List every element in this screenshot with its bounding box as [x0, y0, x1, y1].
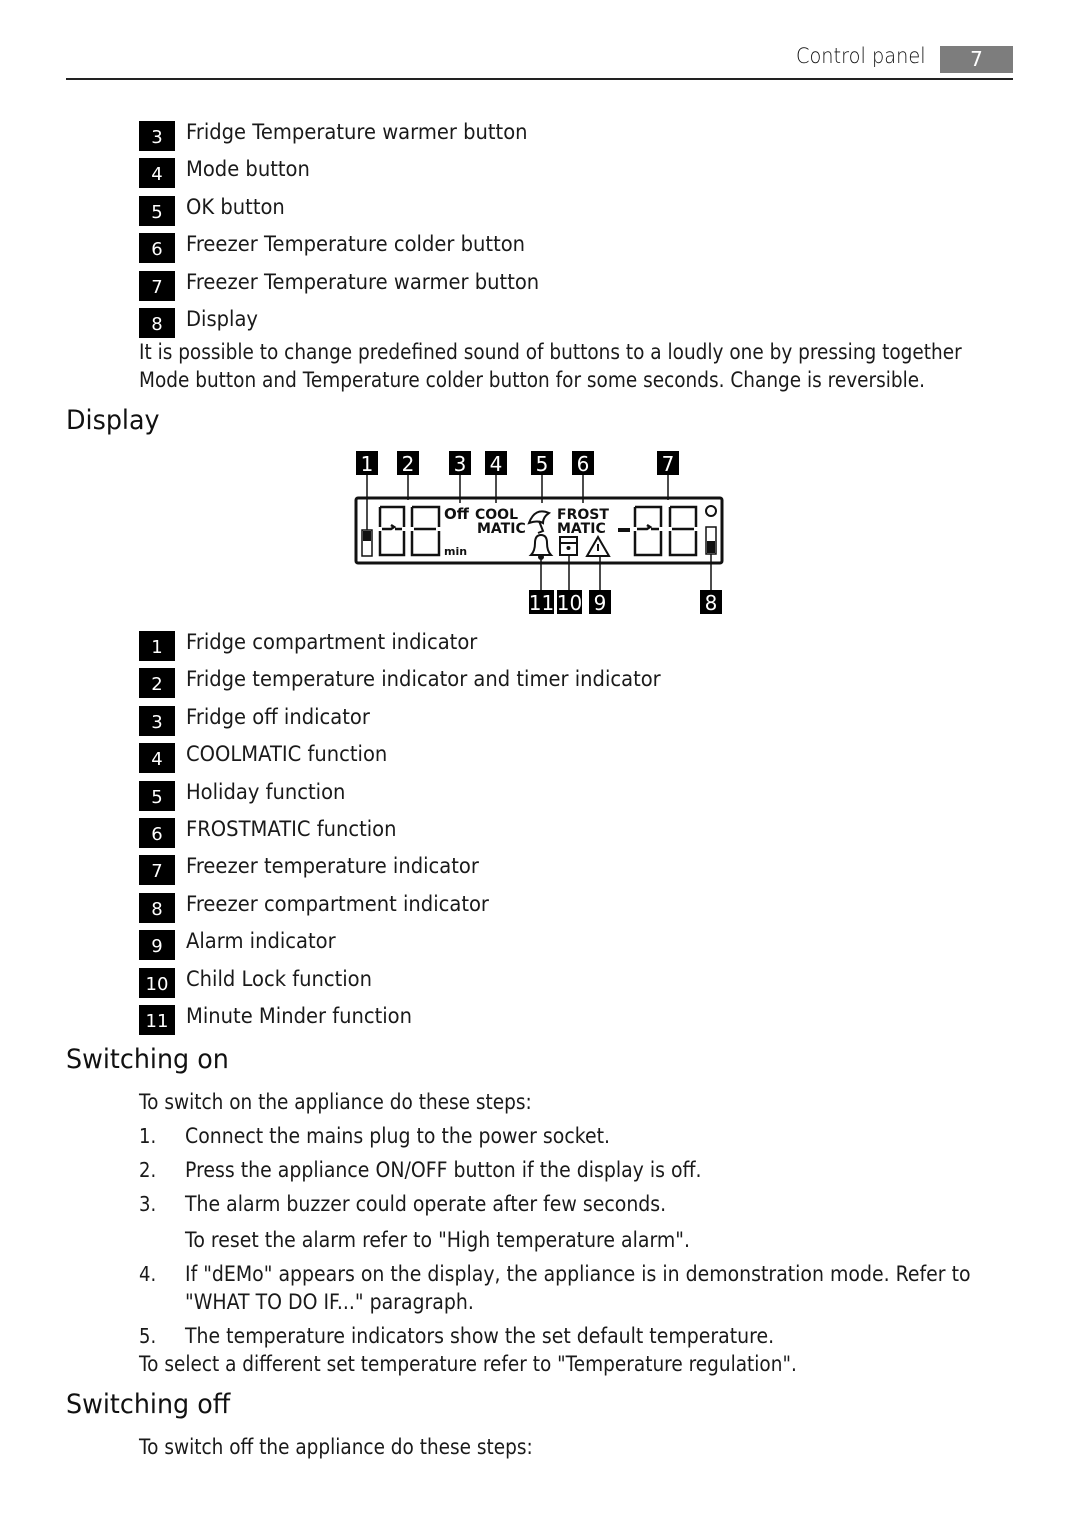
off-label: Off [444, 505, 470, 523]
leader-lines-bottom [540, 554, 712, 591]
switching-off-heading: Switching off [66, 1389, 231, 1420]
sound-note-line1: It is possible to change predefined soun… [139, 340, 962, 364]
number-badge: 10 [139, 968, 175, 998]
item-label: Mode button [186, 157, 310, 181]
callout-top-7: 7 [657, 451, 679, 476]
min-label: min [444, 545, 467, 558]
callout-bottom-9: 9 [589, 590, 611, 615]
matic-label-2: MATIC [557, 521, 606, 537]
svg-text:8: 8 [705, 591, 718, 615]
header-divider [66, 78, 1013, 80]
step-number: 3. [139, 1192, 157, 1216]
freezer-compartment-icon [705, 526, 717, 555]
svg-text:10: 10 [557, 591, 582, 615]
switching-off-intro: To switch off the appliance do these ste… [139, 1435, 533, 1459]
item-label: Fridge Temperature warmer button [186, 120, 528, 144]
number-badge: 7 [139, 855, 175, 885]
callout-top-4: 4 [485, 451, 507, 476]
callout-top-1: 1 [356, 451, 378, 476]
callout-bottom-11: 11 [529, 590, 554, 615]
callout-bottom-10: 10 [557, 590, 582, 615]
item-label: Freezer temperature indicator [186, 854, 479, 878]
number-badge: 5 [139, 196, 175, 226]
item-label: Fridge compartment indicator [186, 630, 478, 654]
matic-label-1: MATIC [477, 521, 526, 537]
number-badge: 6 [139, 233, 175, 263]
number-badge: 8 [139, 308, 175, 338]
number-badge: 11 [139, 1005, 175, 1035]
number-badge: 4 [139, 743, 175, 773]
number-badge: 3 [139, 121, 175, 151]
warning-triangle-icon [585, 535, 611, 557]
item-label: Holiday function [186, 780, 346, 804]
switching-on-intro: To switch on the appliance do these step… [139, 1090, 532, 1114]
callout-top-5: 5 [531, 451, 553, 476]
callout-top-3: 3 [449, 451, 471, 476]
svg-text:11: 11 [529, 591, 554, 615]
svg-text:2: 2 [402, 452, 415, 476]
step-text: The alarm buzzer could operate after few… [185, 1192, 667, 1216]
callout-bottom-8: 8 [700, 590, 722, 615]
item-label: Child Lock function [186, 967, 372, 991]
number-badge: 5 [139, 781, 175, 811]
svg-text:4: 4 [490, 452, 503, 476]
page-number: 7 [940, 46, 1013, 73]
item-label: OK button [186, 195, 285, 219]
step-number: 1. [139, 1124, 157, 1148]
svg-text:6: 6 [577, 452, 590, 476]
bell-icon [528, 533, 554, 560]
svg-text:5: 5 [536, 452, 549, 476]
step-text: If "dEMo" appears on the display, the ap… [185, 1262, 971, 1286]
item-label: Fridge temperature indicator and timer i… [186, 667, 661, 691]
step-text: Press the appliance ON/OFF button if the… [185, 1158, 702, 1182]
item-label: Freezer Temperature warmer button [186, 270, 540, 294]
step-number: 5. [139, 1324, 157, 1348]
item-label: Freezer Temperature colder button [186, 232, 526, 256]
number-badge: 2 [139, 668, 175, 698]
freezer-temperature-digits [633, 505, 698, 557]
callout-top-6: 6 [572, 451, 594, 476]
item-label: COOLMATIC function [186, 742, 388, 766]
item-label: Minute Minder function [186, 1004, 413, 1028]
step-text: To reset the alarm refer to "High temper… [185, 1228, 691, 1252]
section-title: Control panel [796, 44, 926, 68]
svg-text:7: 7 [662, 452, 675, 476]
display-diagram: 1 2 3 4 5 6 7 min Off COOL MATIC FROST M… [354, 451, 724, 615]
svg-text:9: 9 [594, 591, 607, 615]
callout-top-2: 2 [397, 451, 419, 476]
step-text: Connect the mains plug to the power sock… [185, 1124, 611, 1148]
child-lock-icon [559, 536, 578, 556]
number-badge: 1 [139, 631, 175, 661]
switching-on-outro: To select a different set temperature re… [139, 1352, 797, 1376]
display-heading: Display [66, 405, 160, 436]
item-label: Alarm indicator [186, 929, 336, 953]
fridge-compartment-icon [361, 529, 373, 557]
item-label: Display [186, 307, 259, 331]
minus-sign [618, 528, 630, 532]
fridge-temperature-digits [378, 505, 441, 557]
switching-on-heading: Switching on [66, 1044, 229, 1075]
item-label: Fridge off indicator [186, 705, 370, 729]
step-number: 2. [139, 1158, 157, 1182]
svg-text:3: 3 [454, 452, 467, 476]
number-badge: 8 [139, 893, 175, 923]
step-text: The temperature indicators show the set … [185, 1324, 775, 1348]
number-badge: 6 [139, 818, 175, 848]
item-label: FROSTMATIC function [186, 817, 397, 841]
step-number: 4. [139, 1262, 157, 1286]
number-badge: 3 [139, 706, 175, 736]
degree-icon [705, 505, 717, 517]
umbrella-holiday-icon [527, 510, 552, 534]
sound-note-line2: Mode button and Temperature colder butto… [139, 368, 925, 392]
item-label: Freezer compartment indicator [186, 892, 489, 916]
step-text: "WHAT TO DO IF..." paragraph. [185, 1290, 474, 1314]
number-badge: 4 [139, 158, 175, 188]
svg-text:1: 1 [361, 452, 374, 476]
number-badge: 7 [139, 271, 175, 301]
number-badge: 9 [139, 930, 175, 960]
